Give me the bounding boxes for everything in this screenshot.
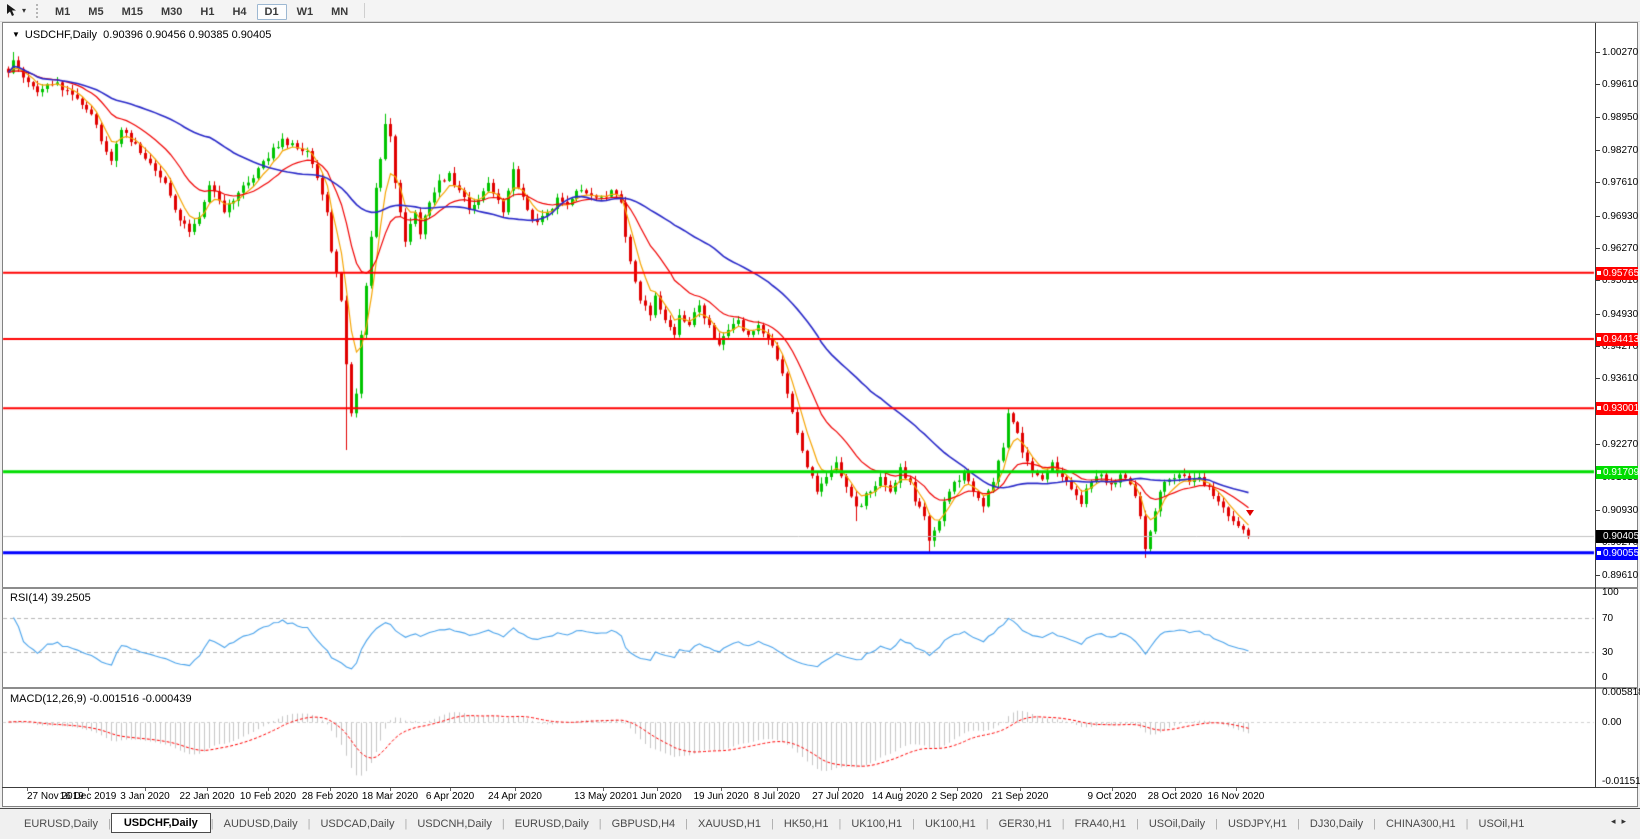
price-line-label: 0.94413 [1596,333,1638,346]
price-axis-tick [1596,52,1600,53]
macd-axis-label: 0.00 [1602,717,1621,728]
price-line-label-notch [1597,406,1601,410]
rsi-axis-label: 70 [1602,613,1613,624]
price-axis-tick [1596,510,1600,511]
price-axis-tick [1596,248,1600,249]
chart-collapse-icon[interactable]: ▼ [12,30,20,39]
price-axis-label: 0.89610 [1602,570,1638,581]
price-axis-label: 0.96930 [1602,211,1638,222]
price-line-label: 0.91709 [1596,466,1638,479]
down-arrow-marker [1246,510,1254,516]
chart-symbol-label: USDCHF,Daily [25,29,97,41]
time-axis-label: 16 Dec 2019 [60,791,117,802]
price-axis-tick [1596,575,1600,576]
price-line-label-notch [1597,271,1601,275]
tab-2-AUDUSD-Daily[interactable]: AUDUSD,Daily [214,816,308,832]
time-axis-label: 19 Jun 2020 [693,791,748,802]
tab-7-XAUUSD-H1[interactable]: XAUUSD,H1 [688,816,771,832]
tab-13-USOil-Daily[interactable]: USOil,Daily [1139,816,1215,832]
price-axis-tick [1596,182,1600,183]
price-line-label: 0.93001 [1596,402,1638,415]
time-axis-label: 21 Sep 2020 [992,791,1049,802]
time-axis-label: 28 Oct 2020 [1148,791,1202,802]
time-axis-label: 2 Sep 2020 [931,791,982,802]
price-line-label: 0.90405 [1596,530,1638,543]
time-axis-label: 13 May 2020 [574,791,632,802]
macd-indicator-label: MACD(12,26,9) -0.001516 -0.000439 [10,693,192,705]
tab-16-CHINA300-H1[interactable]: CHINA300,H1 [1376,816,1466,832]
pane-separator-macd[interactable] [2,687,1638,689]
chart-plot-canvas[interactable] [0,0,1640,839]
bottom-tab-bar: EURUSD,Daily|USDCHF,Daily|AUDUSD,Daily|U… [0,808,1640,839]
time-axis-label: 16 Nov 2020 [1208,791,1265,802]
price-axis-label: 0.98950 [1602,112,1638,123]
time-axis-label: 6 Apr 2020 [426,791,474,802]
macd-axis-label: 0.005818 [1602,687,1640,698]
price-axis-tick [1596,444,1600,445]
tab-3-USDCAD-Daily[interactable]: USDCAD,Daily [310,816,404,832]
tab-11-GER30-H1[interactable]: GER30,H1 [989,816,1062,832]
price-axis-label: 0.98270 [1602,145,1638,156]
tab-0-EURUSD-Daily[interactable]: EURUSD,Daily [14,816,108,832]
price-axis-tick [1596,280,1600,281]
time-axis-label: 28 Feb 2020 [302,791,358,802]
rsi-axis-label: 30 [1602,647,1613,658]
tab-5-EURUSD-Daily[interactable]: EURUSD,Daily [505,816,599,832]
macd-values: -0.001516 -0.000439 [89,693,191,705]
price-axis-label: 0.99610 [1602,79,1638,90]
rsi-axis-label: 100 [1602,587,1619,598]
rsi-axis-label: 0 [1602,672,1608,683]
tab-6-GBPUSD-H4[interactable]: GBPUSD,H4 [602,816,686,832]
price-axis-label: 0.90930 [1602,505,1638,516]
price-axis-tick [1596,117,1600,118]
tab-14-USDJPY-H1[interactable]: USDJPY,H1 [1218,816,1297,832]
tab-scroll-right-icon[interactable]: ▸ [1621,816,1632,826]
tab-scroll-arrows: ◂▸ [1611,816,1632,827]
time-axis-label: 8 Jul 2020 [754,791,800,802]
price-axis-label: 0.96270 [1602,243,1638,254]
time-axis-label: 9 Oct 2020 [1088,791,1137,802]
time-axis-label: 10 Feb 2020 [240,791,296,802]
tab-15-DJ30-Daily[interactable]: DJ30,Daily [1300,816,1373,832]
macd-axis-label: -0.011514 [1602,776,1640,787]
price-axis-label: 0.93610 [1602,373,1638,384]
chart-title: ▼ USDCHF,Daily 0.90396 0.90456 0.90385 0.… [12,29,271,41]
price-axis-label: 0.92270 [1602,439,1638,450]
time-axis-label: 18 Mar 2020 [362,791,418,802]
price-axis-tick [1596,346,1600,347]
price-axis-tick [1596,84,1600,85]
time-axis-label: 24 Apr 2020 [488,791,542,802]
rsi-value: 39.2505 [51,592,91,604]
tab-scroll-left-icon[interactable]: ◂ [1611,816,1622,826]
time-axis-label: 3 Jan 2020 [120,791,170,802]
time-axis-label: 14 Aug 2020 [872,791,928,802]
price-line-label-notch [1597,551,1601,555]
price-line-label: 0.95765 [1596,267,1638,280]
price-axis-label: 0.94930 [1602,309,1638,320]
price-axis-label: 1.00270 [1602,47,1638,58]
price-line-label: 0.90055 [1596,547,1638,560]
tab-12-FRA40-H1[interactable]: FRA40,H1 [1065,816,1136,832]
tab-9-UK100-H1[interactable]: UK100,H1 [841,816,912,832]
chart-ohlc-values: 0.90396 0.90456 0.90385 0.90405 [103,29,271,41]
time-axis-line [2,787,1638,788]
time-axis-label: 27 Jul 2020 [812,791,864,802]
price-axis-tick [1596,150,1600,151]
time-axis-label: 1 Jun 2020 [632,791,682,802]
pane-separator-rsi[interactable] [2,587,1638,589]
tab-10-UK100-H1[interactable]: UK100,H1 [915,816,986,832]
price-line-label-notch [1597,470,1601,474]
price-line-label-notch [1597,337,1601,341]
price-axis-label: 0.97610 [1602,177,1638,188]
price-axis-tick [1596,378,1600,379]
time-axis-label: 22 Jan 2020 [179,791,234,802]
tab-4-USDCNH-Daily[interactable]: USDCNH,Daily [407,816,502,832]
price-axis-tick [1596,314,1600,315]
rsi-indicator-label: RSI(14) 39.2505 [10,592,91,604]
tab-17-USOil-H1[interactable]: USOil,H1 [1469,816,1535,832]
tab-1-USDCHF-Daily[interactable]: USDCHF,Daily [111,813,211,833]
price-axis-tick [1596,216,1600,217]
tab-8-HK50-H1[interactable]: HK50,H1 [774,816,839,832]
